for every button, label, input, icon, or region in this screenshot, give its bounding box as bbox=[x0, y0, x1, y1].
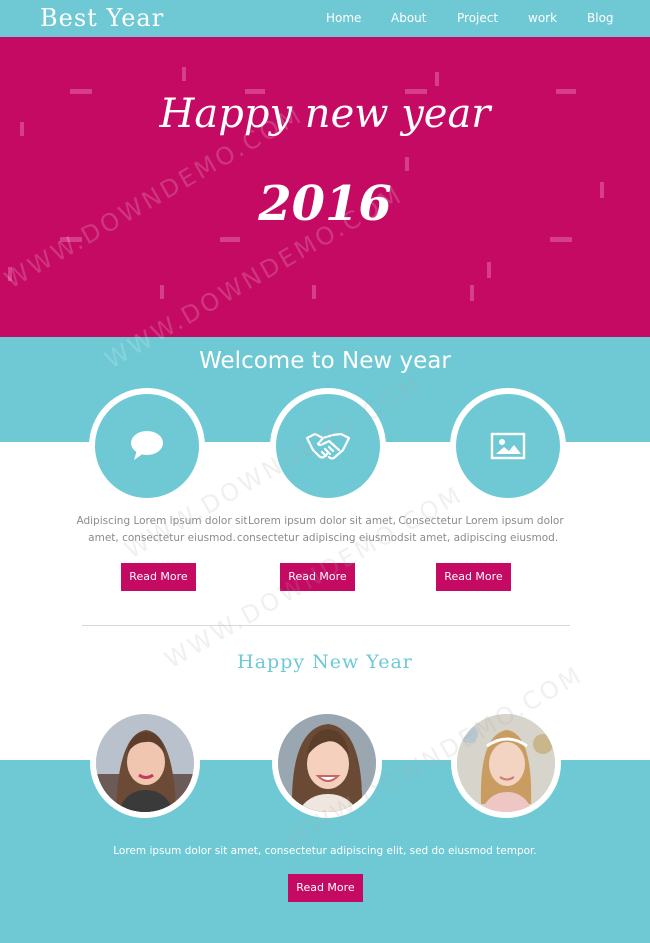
avatar-woman-icon bbox=[96, 714, 194, 812]
welcome-title: Welcome to New year bbox=[199, 348, 451, 374]
feature-3-text: Consectetur Lorem ipsum dolor sit amet, … bbox=[398, 515, 564, 544]
confetti-dash bbox=[487, 262, 491, 278]
confetti-dash bbox=[160, 285, 164, 299]
read-more-button-1[interactable]: Read More bbox=[121, 563, 196, 591]
avatar-3 bbox=[451, 708, 561, 818]
confetti-dash bbox=[435, 72, 439, 86]
hero-heading: Happy new year bbox=[159, 91, 491, 137]
avatar-2 bbox=[272, 708, 382, 818]
chat-bubble-icon bbox=[131, 431, 163, 460]
confetti-dash bbox=[220, 237, 240, 242]
read-more-button-3[interactable]: Read More bbox=[436, 563, 511, 591]
read-more-button-bottom[interactable]: Read More bbox=[288, 874, 363, 902]
nav-work[interactable]: work bbox=[528, 11, 557, 25]
nav-blog[interactable]: Blog bbox=[587, 11, 614, 25]
feature-circle-1 bbox=[89, 388, 205, 504]
avatar-girl-blonde-icon bbox=[457, 714, 555, 812]
confetti-dash bbox=[550, 237, 572, 242]
read-more-button-2[interactable]: Read More bbox=[280, 563, 355, 591]
feature-2-text: Lorem ipsum dolor sit amet, consectetur … bbox=[236, 515, 408, 544]
confetti-dash bbox=[470, 285, 474, 301]
confetti-dash bbox=[8, 267, 12, 281]
feature-circle-3 bbox=[450, 388, 566, 504]
team-description: Lorem ipsum dolor sit amet, consectetur … bbox=[113, 845, 537, 857]
confetti-dash bbox=[312, 285, 316, 299]
feature-circle-2 bbox=[270, 388, 386, 504]
nav-project[interactable]: Project bbox=[457, 11, 498, 25]
confetti-dash bbox=[60, 237, 82, 242]
handshake-icon bbox=[305, 432, 351, 460]
nav-about[interactable]: About bbox=[391, 11, 426, 25]
avatar-1 bbox=[90, 708, 200, 818]
feature-1-text: Adipiscing Lorem ipsum dolor sit amet, c… bbox=[76, 515, 248, 544]
avatar-girl-icon bbox=[278, 714, 376, 812]
image-icon bbox=[490, 432, 526, 460]
section-divider bbox=[82, 625, 570, 626]
section-title-happy-new-year: Happy New Year bbox=[237, 651, 413, 673]
brand-logo[interactable]: Best Year bbox=[40, 4, 164, 32]
confetti-dash bbox=[182, 67, 186, 81]
hero-year: 2016 bbox=[258, 176, 392, 232]
confetti-dash bbox=[405, 157, 409, 171]
nav-home[interactable]: Home bbox=[326, 11, 361, 25]
